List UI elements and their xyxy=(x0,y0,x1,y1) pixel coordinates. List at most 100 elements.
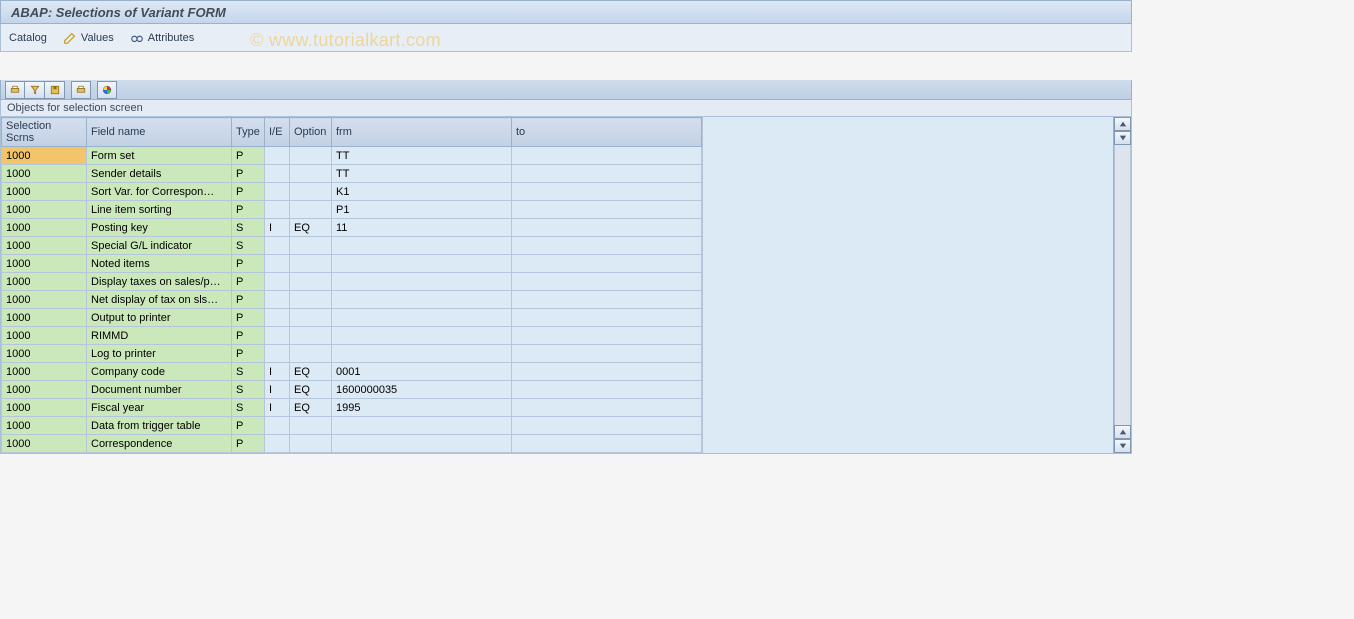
table-row[interactable]: 1000Posting keySIEQ11 xyxy=(2,219,702,237)
table-row[interactable]: 1000Company codeSIEQ0001 xyxy=(2,363,702,381)
cell-field-name[interactable]: Output to printer xyxy=(87,309,232,327)
cell-option[interactable] xyxy=(290,165,332,183)
cell-field-name[interactable]: Fiscal year xyxy=(87,399,232,417)
cell-type[interactable]: P xyxy=(232,291,265,309)
cell-field-name[interactable]: Company code xyxy=(87,363,232,381)
cell-from[interactable] xyxy=(332,255,512,273)
cell-scr[interactable]: 1000 xyxy=(2,291,87,309)
cell-field-name[interactable]: Line item sorting xyxy=(87,201,232,219)
cell-ie[interactable]: I xyxy=(265,381,290,399)
catalog-button[interactable]: Catalog xyxy=(9,32,47,44)
cell-type[interactable]: S xyxy=(232,219,265,237)
cell-from[interactable]: TT xyxy=(332,147,512,165)
cell-type[interactable]: S xyxy=(232,399,265,417)
table-row[interactable]: 1000Line item sortingPP1 xyxy=(2,201,702,219)
cell-field-name[interactable]: Sender details xyxy=(87,165,232,183)
color-button[interactable] xyxy=(97,81,117,99)
cell-field-name[interactable]: Document number xyxy=(87,381,232,399)
cell-type[interactable]: P xyxy=(232,201,265,219)
cell-option[interactable] xyxy=(290,147,332,165)
selection-table[interactable]: Selection Scrns Field name Type I/E Opti… xyxy=(1,117,702,453)
cell-field-name[interactable]: Sort Var. for Correspon… xyxy=(87,183,232,201)
cell-ie[interactable] xyxy=(265,327,290,345)
cell-to[interactable] xyxy=(512,399,702,417)
cell-ie[interactable] xyxy=(265,237,290,255)
cell-scr[interactable]: 1000 xyxy=(2,327,87,345)
cell-from[interactable]: TT xyxy=(332,165,512,183)
table-row[interactable]: 1000Output to printerP xyxy=(2,309,702,327)
cell-ie[interactable] xyxy=(265,201,290,219)
cell-to[interactable] xyxy=(512,345,702,363)
cell-ie[interactable]: I xyxy=(265,399,290,417)
cell-ie[interactable]: I xyxy=(265,219,290,237)
cell-from[interactable] xyxy=(332,273,512,291)
col-option[interactable]: Option xyxy=(290,118,332,147)
cell-option[interactable]: EQ xyxy=(290,399,332,417)
print2-button[interactable] xyxy=(71,81,91,99)
table-row[interactable]: 1000Document numberSIEQ1600000035 xyxy=(2,381,702,399)
cell-scr[interactable]: 1000 xyxy=(2,345,87,363)
table-row[interactable]: 1000Noted itemsP xyxy=(2,255,702,273)
cell-scr[interactable]: 1000 xyxy=(2,381,87,399)
cell-scr[interactable]: 1000 xyxy=(2,435,87,453)
cell-from[interactable] xyxy=(332,237,512,255)
cell-from[interactable] xyxy=(332,291,512,309)
table-row[interactable]: 1000Sort Var. for Correspon…PK1 xyxy=(2,183,702,201)
cell-option[interactable] xyxy=(290,327,332,345)
cell-from[interactable]: 1600000035 xyxy=(332,381,512,399)
cell-ie[interactable] xyxy=(265,147,290,165)
cell-option[interactable] xyxy=(290,201,332,219)
cell-option[interactable] xyxy=(290,345,332,363)
col-type[interactable]: Type xyxy=(232,118,265,147)
cell-type[interactable]: S xyxy=(232,381,265,399)
table-row[interactable]: 1000Data from trigger tableP xyxy=(2,417,702,435)
cell-option[interactable]: EQ xyxy=(290,219,332,237)
cell-from[interactable] xyxy=(332,309,512,327)
scroll-down-button[interactable] xyxy=(1114,131,1131,145)
cell-type[interactable]: P xyxy=(232,273,265,291)
cell-field-name[interactable]: Posting key xyxy=(87,219,232,237)
vertical-scrollbar[interactable] xyxy=(1113,117,1131,453)
save-button[interactable] xyxy=(45,81,65,99)
col-ie[interactable]: I/E xyxy=(265,118,290,147)
cell-to[interactable] xyxy=(512,237,702,255)
cell-scr[interactable]: 1000 xyxy=(2,363,87,381)
cell-option[interactable] xyxy=(290,435,332,453)
cell-ie[interactable] xyxy=(265,291,290,309)
cell-ie[interactable] xyxy=(265,273,290,291)
table-row[interactable]: 1000Display taxes on sales/p…P xyxy=(2,273,702,291)
cell-field-name[interactable]: RIMMD xyxy=(87,327,232,345)
cell-field-name[interactable]: Log to printer xyxy=(87,345,232,363)
cell-from[interactable] xyxy=(332,327,512,345)
table-row[interactable]: 1000Form setPTT xyxy=(2,147,702,165)
cell-type[interactable]: P xyxy=(232,183,265,201)
cell-to[interactable] xyxy=(512,255,702,273)
cell-to[interactable] xyxy=(512,435,702,453)
cell-from[interactable] xyxy=(332,435,512,453)
cell-option[interactable] xyxy=(290,183,332,201)
cell-from[interactable]: 11 xyxy=(332,219,512,237)
cell-field-name[interactable]: Net display of tax on sls… xyxy=(87,291,232,309)
cell-field-name[interactable]: Data from trigger table xyxy=(87,417,232,435)
attributes-button[interactable]: Attributes xyxy=(130,31,194,45)
cell-type[interactable]: S xyxy=(232,237,265,255)
select-button[interactable] xyxy=(25,81,45,99)
col-to[interactable]: to xyxy=(512,118,702,147)
cell-ie[interactable] xyxy=(265,165,290,183)
cell-from[interactable]: 0001 xyxy=(332,363,512,381)
cell-option[interactable] xyxy=(290,309,332,327)
scroll-up-button[interactable] xyxy=(1114,117,1131,131)
cell-to[interactable] xyxy=(512,219,702,237)
cell-ie[interactable] xyxy=(265,255,290,273)
cell-from[interactable]: 1995 xyxy=(332,399,512,417)
cell-scr[interactable]: 1000 xyxy=(2,183,87,201)
table-row[interactable]: 1000Fiscal yearSIEQ1995 xyxy=(2,399,702,417)
table-row[interactable]: 1000CorrespondenceP xyxy=(2,435,702,453)
cell-option[interactable] xyxy=(290,273,332,291)
cell-ie[interactable] xyxy=(265,309,290,327)
cell-from[interactable] xyxy=(332,345,512,363)
cell-scr[interactable]: 1000 xyxy=(2,417,87,435)
scroll-up2-button[interactable] xyxy=(1114,425,1131,439)
cell-to[interactable] xyxy=(512,381,702,399)
table-row[interactable]: 1000Special G/L indicatorS xyxy=(2,237,702,255)
